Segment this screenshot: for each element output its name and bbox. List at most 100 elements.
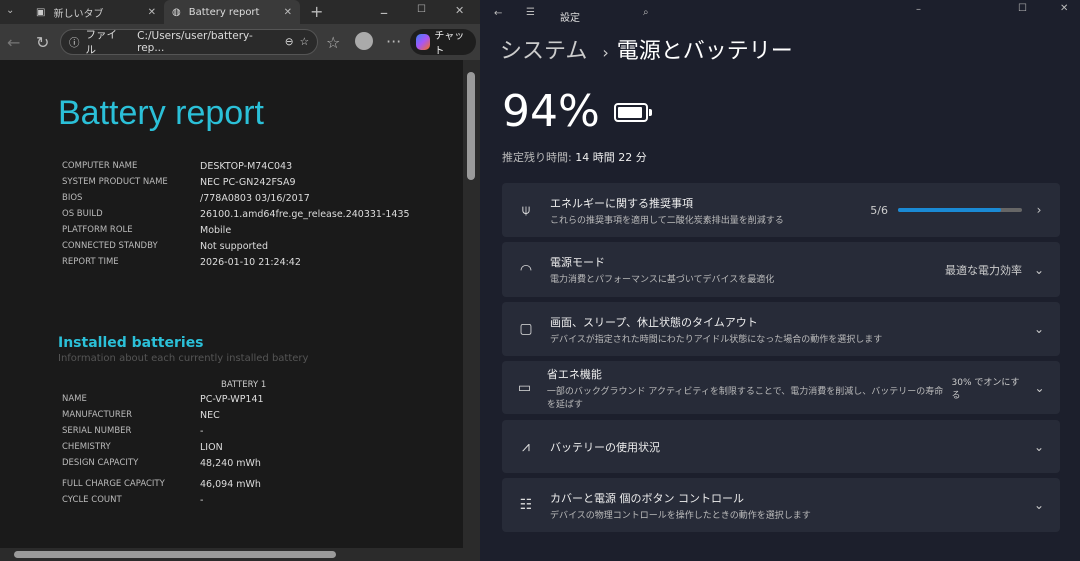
row-label: SYSTEM PRODUCT NAME <box>62 177 168 187</box>
new-tab-icon: ▣ <box>36 6 46 18</box>
table-row: CYCLE COUNT - <box>62 495 462 511</box>
search-icon[interactable]: ⌕ <box>643 7 649 18</box>
breadcrumb: システム › 電源とバッテリー <box>500 33 793 65</box>
tab-list-chevron-icon[interactable]: ⌄ <box>6 5 14 16</box>
maximize-icon[interactable]: ☐ <box>1018 3 1027 14</box>
table-row: MANUFACTURER NEC <box>62 410 462 426</box>
row-value: 2026-01-10 21:24:42 <box>200 257 301 268</box>
chevron-down-icon[interactable]: ⌄ <box>1032 440 1046 454</box>
row-value: 48,240 mWh <box>200 458 261 469</box>
table-row: CONNECTED STANDBY Not supported <box>62 241 462 257</box>
usage-chart-icon: ⩘ <box>522 438 530 455</box>
settings-card-2[interactable]: ◠ 電源モード 電力消費とパフォーマンスに基づいてデバイスを最適化 最適な電力効率 ⌄ <box>502 242 1060 297</box>
settings-card-4[interactable]: ▭ 省エネ機能一部のバックグラウンド アクティビティを制限することで、電力消費を削… <box>502 361 1060 414</box>
row-label: CONNECTED STANDBY <box>62 241 158 251</box>
menu-icon[interactable]: ☰ <box>526 7 535 18</box>
address-prefix: ファイル <box>85 29 118 56</box>
card-title: カバーと電源 個のボタン コントロール <box>550 491 744 505</box>
address-bar[interactable]: ⓘ ファイル C:/Users/user/battery-rep... ⊖ ☆ <box>60 29 318 56</box>
card-subtitle: これらの推奨事項を適用して二酸化炭素排出量を削減する <box>550 215 784 226</box>
row-label: BIOS <box>62 193 83 203</box>
card-value[interactable]: 最適な電力効率 <box>945 262 1022 278</box>
refresh-icon[interactable]: ↻ <box>36 33 49 52</box>
row-value: PC-VP-WP141 <box>200 394 264 405</box>
settings-card-1[interactable]: ⍦ エネルギーに関する推奨事項これらの推奨事項を適用して二酸化炭素排出量を削減する… <box>502 183 1060 237</box>
browser-window: ⌄ ▣ 新しいタブ ✕ ◍ Battery report ✕ + – ☐ ✕ ← ↻ ⓘ… <box>0 0 480 561</box>
card-subtitle: 一部のバックグラウンド アクティビティを制限することで、電力消費を削減し、バッテ… <box>546 386 944 410</box>
row-value: Not supported <box>200 241 269 252</box>
chat-button[interactable]: チャット <box>410 29 476 57</box>
row-value: 46,094 mWh <box>200 479 261 490</box>
row-value: NEC <box>200 410 220 421</box>
tab-battery-report[interactable]: ◍ Battery report ✕ <box>164 0 300 24</box>
settings-window: ← ☰ 設定 ⌕ – ☐ ✕ システム › 電源とバッテリー 94% 推定残り時間… <box>480 0 1080 561</box>
row-label: COMPUTER NAME <box>62 161 138 171</box>
table-row: SYSTEM PRODUCT NAME NEC PC-GN242FSA9 <box>62 177 462 193</box>
system-info-table: COMPUTER NAME DESKTOP-M74C043 SYSTEM PRODU… <box>62 161 462 273</box>
chevron-down-icon[interactable]: ⌄ <box>1032 263 1046 277</box>
more-icon[interactable]: ··· <box>386 32 401 51</box>
tab-bar: ⌄ ▣ 新しいタブ ✕ ◍ Battery report ✕ + – ☐ ✕ <box>0 0 480 24</box>
table-row: NAME PC-VP-WP141 <box>62 394 462 410</box>
tab-new-tab[interactable]: ▣ 新しいタブ ✕ <box>28 0 164 24</box>
table-row: FULL CHARGE CAPACITY 46,094 mWh <box>62 479 462 495</box>
tab-label: Battery report <box>188 6 260 18</box>
globe-icon: ◍ <box>172 6 181 18</box>
settings-card-5[interactable]: ⩘ バッテリーの使用状況 ⌄ <box>502 420 1060 473</box>
power-mode-icon: ◠ <box>519 261 533 278</box>
table-row: PLATFORM ROLE Mobile <box>62 225 462 241</box>
chevron-right-icon[interactable]: › <box>1032 203 1046 217</box>
chevron-down-icon[interactable]: ⌄ <box>1033 381 1046 395</box>
row-label: FULL CHARGE CAPACITY <box>62 479 165 489</box>
app-title: 設定 <box>560 13 580 24</box>
settings-card-6[interactable]: ☷ カバーと電源 個のボタン コントロール デバイスの物理コントロールを操作したとき… <box>502 478 1060 532</box>
chevron-down-icon[interactable]: ⌄ <box>1032 322 1046 336</box>
favorite-star-icon[interactable]: ☆ <box>300 36 309 48</box>
minimize-icon[interactable]: – <box>380 3 388 22</box>
battery-percent: 94% <box>502 86 600 137</box>
row-label: OS BUILD <box>62 209 103 219</box>
zoom-icon[interactable]: ⊖ <box>285 36 294 48</box>
battery-header: BATTERY 1 <box>221 380 267 390</box>
table-row: BIOS/778A0803 03/16/2017 <box>62 193 462 209</box>
close-tab-icon[interactable]: ✕ <box>284 7 292 18</box>
new-tab-plus-icon[interactable]: + <box>310 2 323 21</box>
row-label: PLATFORM ROLE <box>62 225 133 235</box>
back-icon[interactable]: ← <box>7 33 20 52</box>
vertical-scrollbar[interactable] <box>463 60 480 548</box>
maximize-icon[interactable]: ☐ <box>417 4 426 15</box>
horizontal-scrollbar[interactable] <box>0 548 480 561</box>
row-label: MANUFACTURER <box>62 410 133 420</box>
card-title: 省エネ機能 <box>546 367 602 381</box>
chevron-down-icon[interactable]: ⌄ <box>1032 498 1046 512</box>
scroll-thumb[interactable] <box>467 72 475 180</box>
table-row: OS BUILD 26100.1.amd64fre.ge_release.2403… <box>62 209 462 225</box>
breadcrumb-system[interactable]: システム <box>500 39 587 64</box>
back-icon[interactable]: ← <box>494 8 502 19</box>
energy-saver-icon: ▭ <box>517 379 532 396</box>
minimize-icon[interactable]: – <box>916 4 921 15</box>
close-tab-icon[interactable]: ✕ <box>148 7 156 18</box>
row-value: - <box>200 495 204 506</box>
leaf-icon: ⍦ <box>521 202 531 218</box>
chat-label: チャット <box>434 31 465 57</box>
close-window-icon[interactable]: ✕ <box>455 4 464 17</box>
card-title: エネルギーに関する推奨事項 <box>550 196 693 210</box>
buttons-list-icon: ☷ <box>519 497 533 513</box>
close-icon[interactable]: ✕ <box>1060 3 1068 14</box>
settings-card-3[interactable]: ▢ 画面、スリープ、休止状態のタイムアウト デバイスが指定された時間にわたりアイドル… <box>502 302 1060 356</box>
battery-table: NAME PC-VP-WP141 MANUFACTURER NEC SERIAL NUM… <box>62 394 462 511</box>
avatar[interactable] <box>355 32 373 50</box>
remaining-value: 14 時間 22 分 <box>575 151 647 164</box>
scroll-thumb[interactable] <box>14 551 336 558</box>
address-text[interactable]: C:/Users/user/battery-rep... <box>137 30 279 54</box>
card-value: 30% でオンにする <box>951 377 1020 401</box>
table-row: DESIGN CAPACITY 48,240 mWh <box>62 458 462 479</box>
title-bar: ← ☰ 設定 ⌕ – ☐ ✕ <box>480 0 1080 30</box>
row-label: NAME <box>62 394 87 404</box>
card-subtitle: デバイスが指定された時間にわたりアイドル状態になった場合の動作を選択します <box>550 334 883 345</box>
favorites-icon[interactable]: ☆ <box>326 33 340 52</box>
table-row: SERIAL NUMBER - <box>62 426 462 442</box>
copilot-icon <box>416 34 431 50</box>
tab-label: 新しいタブ <box>53 8 104 20</box>
